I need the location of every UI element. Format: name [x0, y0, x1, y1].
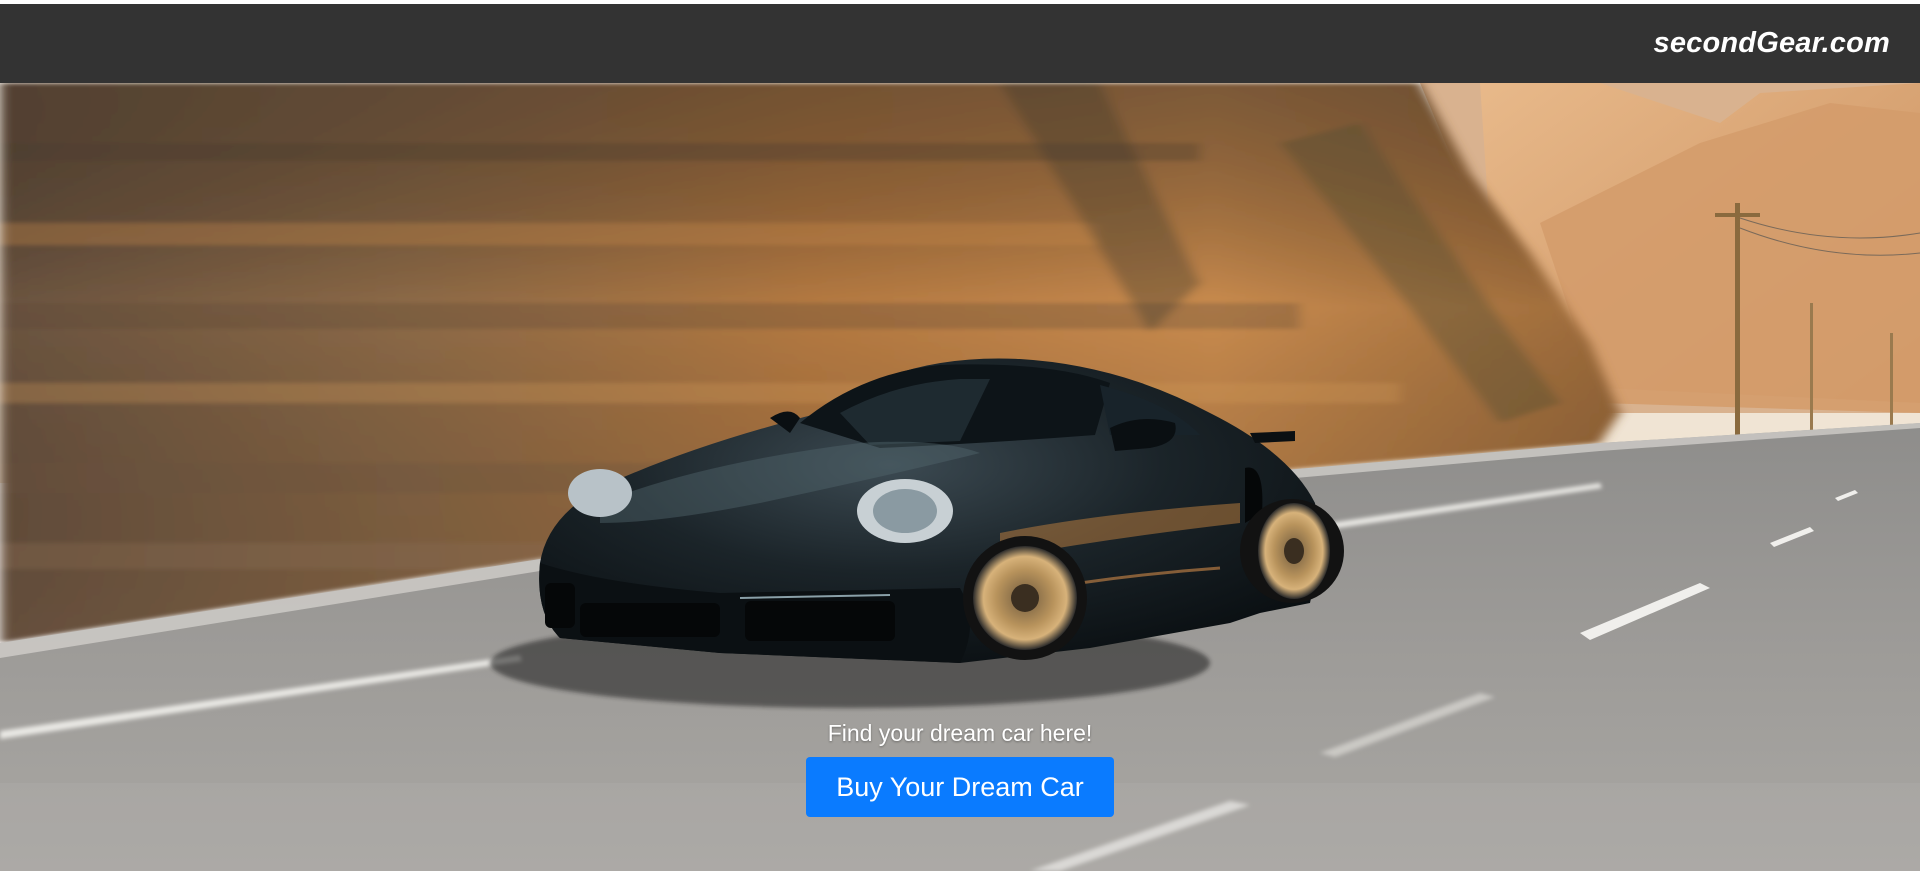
brand-logo-text[interactable]: secondGear.com [1653, 27, 1890, 60]
hero-tagline: Find your dream car here! [827, 720, 1093, 746]
buy-dream-car-button[interactable]: Buy Your Dream Car [806, 757, 1114, 817]
bottom-strip [0, 871, 1920, 875]
hero-cta-group: Find your dream car here! Buy Your Dream… [0, 83, 1920, 871]
navbar: secondGear.com [0, 4, 1920, 83]
hero-section: Find your dream car here! Buy Your Dream… [0, 83, 1920, 871]
